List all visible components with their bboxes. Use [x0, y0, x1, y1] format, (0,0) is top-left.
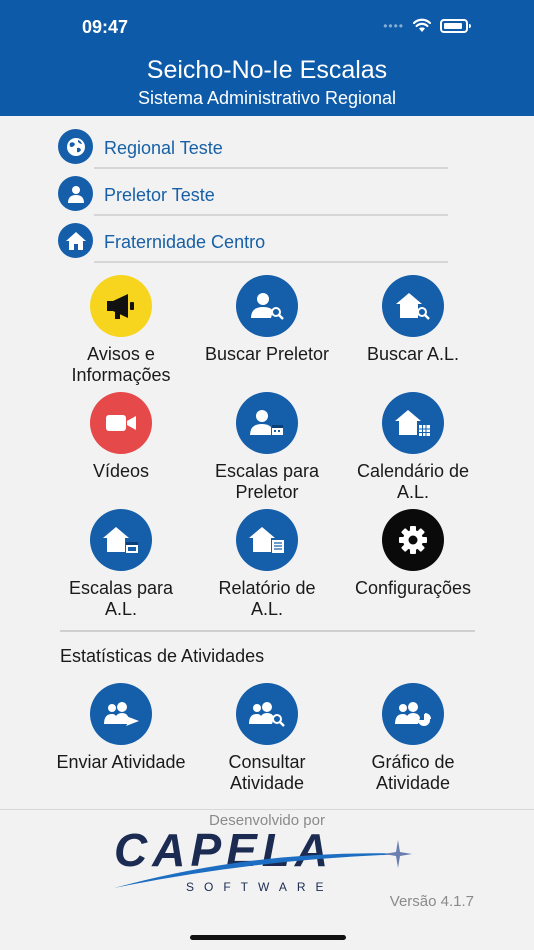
developed-by-text: Desenvolvido por	[209, 812, 325, 829]
configuracoes-label: Configurações	[354, 578, 472, 598]
app-subtitle: Sistema Administrativo Regional	[137, 88, 397, 108]
status-time: 09:47	[82, 17, 129, 37]
consultar-atividade-button[interactable]: Consultar Atividade	[194, 683, 340, 794]
fraternidade-label: Fraternidade Centro	[104, 232, 266, 252]
app-header: 09:47 •••• Seicho-No-Ie Escalas Sistema …	[0, 0, 534, 116]
home-icon	[58, 223, 93, 258]
avisos-label: Avisos e Informações	[71, 344, 171, 385]
enviar-atividade-label: Enviar Atividade	[56, 752, 186, 772]
divider	[94, 214, 448, 216]
enviar-atividade-button[interactable]: Enviar Atividade	[48, 683, 194, 773]
house-grid-icon	[382, 392, 444, 454]
avisos-button[interactable]: Avisos e Informações	[48, 275, 194, 386]
escalas-preletor-label: Escalas para Preletor	[214, 461, 320, 502]
svg-text:SOFTWARE: SOFTWARE	[186, 880, 334, 894]
person-calendar-icon	[236, 392, 298, 454]
videos-button[interactable]: Vídeos	[48, 392, 194, 482]
consultar-atividade-label: Consultar Atividade	[228, 752, 306, 793]
group-search-icon	[236, 683, 298, 745]
person-search-icon	[236, 275, 298, 337]
preletor-label: Preletor Teste	[104, 185, 215, 205]
group-send-icon	[90, 683, 152, 745]
videos-label: Vídeos	[92, 461, 150, 481]
capela-logo: CAPELA SOFTWARE	[112, 824, 422, 899]
house-report-icon	[236, 509, 298, 571]
relatorio-al-button[interactable]: Relatório de A.L.	[194, 509, 340, 620]
regional-label: Regional Teste	[104, 138, 223, 158]
regional-row[interactable]: Regional Teste	[58, 129, 448, 169]
grafico-atividade-label: Gráfico de Atividade	[371, 752, 455, 793]
gear-icon	[382, 509, 444, 571]
relatorio-al-label: Relatório de A.L.	[218, 578, 316, 619]
escalas-al-label: Escalas para A.L.	[68, 578, 174, 619]
megaphone-icon	[90, 275, 152, 337]
fraternidade-row[interactable]: Fraternidade Centro	[58, 223, 448, 263]
battery-icon	[440, 18, 471, 33]
grafico-atividade-button[interactable]: Gráfico de Atividade	[340, 683, 486, 794]
calendario-al-button[interactable]: Calendário de A.L.	[340, 392, 486, 503]
configuracoes-button[interactable]: Configurações	[340, 509, 486, 599]
buscar-al-label: Buscar A.L.	[366, 344, 460, 364]
version-text: Versão 4.1.7	[389, 893, 474, 910]
globe-icon	[58, 129, 93, 164]
divider	[94, 261, 448, 263]
video-camera-icon	[90, 392, 152, 454]
stats-title: Estatísticas de Atividades	[60, 646, 265, 666]
escalas-preletor-button[interactable]: Escalas para Preletor	[194, 392, 340, 503]
app-title: Seicho-No-Ie Escalas	[146, 56, 388, 84]
signal-dots-icon: ••••	[383, 18, 404, 33]
divider	[94, 167, 448, 169]
home-indicator[interactable]	[190, 935, 346, 940]
house-calendar-icon	[90, 509, 152, 571]
house-search-icon	[382, 275, 444, 337]
buscar-al-button[interactable]: Buscar A.L.	[340, 275, 486, 365]
preletor-row[interactable]: Preletor Teste	[58, 176, 448, 216]
person-icon	[58, 176, 93, 211]
wifi-icon	[412, 18, 432, 32]
group-chart-icon	[382, 683, 444, 745]
escalas-al-button[interactable]: Escalas para A.L.	[48, 509, 194, 620]
section-divider	[60, 630, 475, 632]
buscar-preletor-label: Buscar Preletor	[204, 344, 330, 364]
buscar-preletor-button[interactable]: Buscar Preletor	[194, 275, 340, 365]
status-icons: ••••	[383, 18, 471, 33]
calendario-al-label: Calendário de A.L.	[356, 461, 470, 502]
footer-divider	[0, 809, 534, 810]
